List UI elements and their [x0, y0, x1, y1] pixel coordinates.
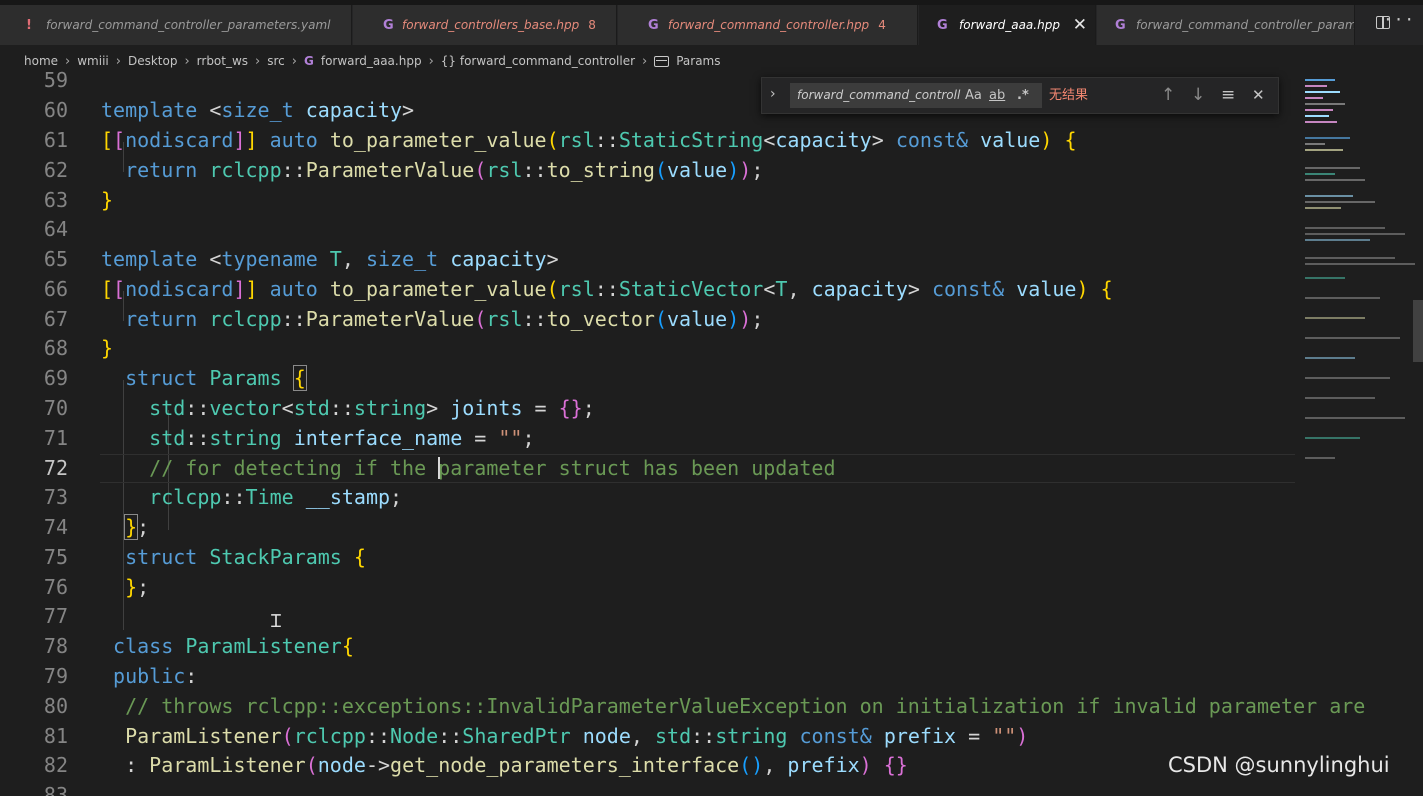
- line-number: 60: [43, 98, 68, 122]
- code-line: 79 public:: [0, 662, 1300, 692]
- code-line: 83: [0, 781, 1300, 796]
- code-line: 64: [0, 215, 1300, 245]
- yaml-file-icon: !: [26, 17, 32, 33]
- tab-label: forward_controllers_base.hpp: [402, 18, 580, 32]
- code-line: 61 [[nodiscard]] auto to_parameter_value(…: [0, 126, 1300, 156]
- tab-forward-command-controller[interactable]: G forward_command_controller.hpp 4: [618, 5, 918, 45]
- tab-parameters-yaml[interactable]: ! forward_command_controller_parameters.…: [0, 5, 352, 45]
- code-line: 71 std::string interface_name = "";: [0, 424, 1300, 454]
- code-line: 70 std::vector<std::string> joints = {};: [0, 394, 1300, 424]
- line-number: 64: [43, 217, 68, 241]
- code-line: 63}: [0, 186, 1300, 216]
- cpp-file-icon: G: [383, 17, 394, 33]
- toggle-replace-chevron-icon[interactable]: ›: [770, 86, 776, 102]
- breadcrumb-item[interactable]: forward_aaa.hpp: [321, 54, 422, 68]
- line-number: 71: [43, 426, 68, 450]
- find-widget: › forward_command_controll Aa ab .* 无结果 …: [761, 77, 1279, 114]
- code-line: 66 [[nodiscard]] auto to_parameter_value(…: [0, 275, 1300, 305]
- line-number: 72: [43, 456, 68, 480]
- code-line: 67 return rclcpp::ParameterValue(rsl::to…: [0, 305, 1300, 335]
- code-line: 62 return rclcpp::ParameterValue(rsl::to…: [0, 156, 1300, 186]
- tab-forward-aaa[interactable]: G forward_aaa.hpp ✕: [919, 5, 1096, 45]
- line-number: 67: [43, 307, 68, 331]
- code-line: 69 struct Params {: [0, 364, 1300, 394]
- breadcrumb-item[interactable]: home: [24, 54, 58, 68]
- cpp-file-icon: G: [937, 17, 948, 33]
- line-number: 66: [43, 277, 68, 301]
- line-number: 83: [43, 783, 68, 796]
- close-find-icon[interactable]: ✕: [1252, 80, 1265, 111]
- code-line: 76 };: [0, 573, 1300, 603]
- line-number: 81: [43, 724, 68, 748]
- cpp-file-icon: G: [303, 54, 314, 68]
- line-number: 78: [43, 634, 68, 658]
- tab-bar: ! forward_command_controller_parameters.…: [0, 0, 1423, 45]
- code-line: 80 // throws rclcpp::exceptions::Invalid…: [0, 692, 1365, 722]
- code-line: 77: [0, 602, 1300, 632]
- tab-label: forward_command_controller.hpp: [668, 18, 870, 32]
- no-results-label: 无结果: [1049, 88, 1089, 103]
- tab-label: forward_command_controller_parameters.ya…: [46, 18, 331, 32]
- breadcrumb-item[interactable]: wmiii: [77, 54, 109, 68]
- find-in-selection-icon[interactable]: ≡: [1221, 80, 1235, 111]
- cpp-file-icon: G: [1115, 17, 1126, 33]
- line-number: 68: [43, 336, 68, 360]
- code-editor[interactable]: 59 60 template <size_t capacity> 61 [[nodi…: [0, 67, 1423, 796]
- tab-forward-controllers-base[interactable]: G forward_controllers_base.hpp 8: [353, 5, 617, 45]
- line-number: 69: [43, 366, 68, 390]
- tab-label: forward_aaa.hpp: [959, 18, 1060, 32]
- use-regex-toggle[interactable]: .*: [1017, 83, 1029, 108]
- code-line: 78 class ParamListener{: [0, 632, 1300, 662]
- line-number: 76: [43, 575, 68, 599]
- problem-count-badge: 8: [588, 18, 596, 32]
- code-line-current: 72 // for detecting if the parameter str…: [0, 454, 1300, 484]
- more-actions-icon[interactable]: ···: [1383, 10, 1415, 29]
- previous-match-icon[interactable]: ↑: [1161, 80, 1175, 111]
- line-number: 79: [43, 664, 68, 688]
- close-tab-icon[interactable]: ✕: [1073, 15, 1087, 35]
- line-number: 61: [43, 128, 68, 152]
- code-line: 82 : ParamListener(node->get_node_parame…: [0, 751, 1300, 781]
- line-number: 59: [43, 68, 68, 92]
- line-number: 75: [43, 545, 68, 569]
- line-number: 74: [43, 515, 68, 539]
- line-number: 80: [43, 694, 68, 718]
- vertical-scrollbar[interactable]: [1413, 300, 1423, 362]
- text-cursor: [438, 457, 441, 479]
- line-number: 70: [43, 396, 68, 420]
- match-case-toggle[interactable]: Aa: [965, 83, 982, 108]
- tab-forward-command-controller-param[interactable]: G forward_command_controller_param: [1097, 5, 1355, 45]
- code-line: 65 template <typename T, size_t capacity>: [0, 245, 1300, 275]
- watermark: CSDN @sunnylinghui: [1168, 753, 1390, 777]
- match-whole-word-toggle[interactable]: ab: [989, 83, 1005, 108]
- breadcrumb-item[interactable]: Params: [676, 54, 720, 68]
- next-match-icon[interactable]: ↓: [1191, 80, 1205, 111]
- problem-count-badge: 4: [878, 18, 886, 32]
- breadcrumb-item[interactable]: {} forward_command_controller: [441, 54, 635, 68]
- mouse-ibeam-cursor: Ɪ: [271, 611, 282, 632]
- line-number: 82: [43, 753, 68, 777]
- breadcrumb-item[interactable]: Desktop: [128, 54, 178, 68]
- line-number: 65: [43, 247, 68, 271]
- breadcrumb-item[interactable]: src: [267, 54, 285, 68]
- line-number: 62: [43, 158, 68, 182]
- code-line: 75 struct StackParams {: [0, 543, 1300, 573]
- line-number: 77: [43, 604, 68, 628]
- struct-icon: [654, 55, 670, 67]
- line-number: 63: [43, 188, 68, 212]
- code-line: 81 ParamListener(rclcpp::Node::SharedPtr…: [0, 722, 1300, 752]
- code-line: 68}: [0, 334, 1300, 364]
- line-number: 73: [43, 485, 68, 509]
- cpp-file-icon: G: [648, 17, 659, 33]
- tab-label: forward_command_controller_param: [1136, 18, 1355, 32]
- breadcrumb-item[interactable]: rrbot_ws: [197, 54, 248, 68]
- code-line: 74 };: [0, 513, 1300, 543]
- minimap[interactable]: [1300, 77, 1423, 477]
- code-line: 73 rclcpp::Time __stamp;: [0, 483, 1300, 513]
